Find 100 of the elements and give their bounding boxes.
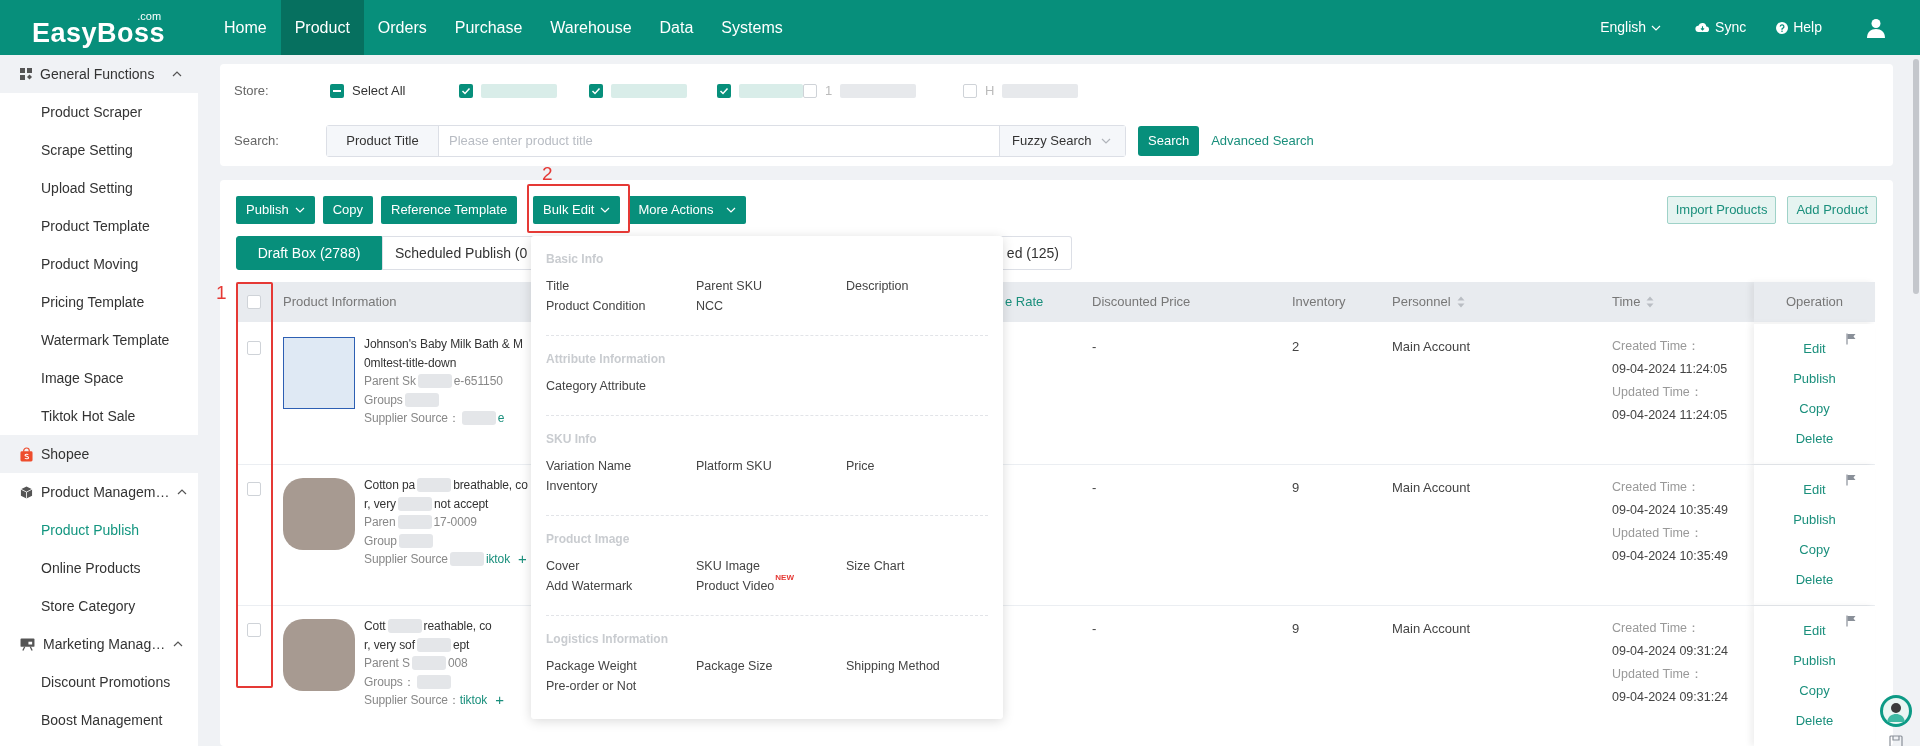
menu-item[interactable]: Cover xyxy=(546,556,580,576)
add-button[interactable]: + xyxy=(518,548,527,571)
advanced-search-link[interactable]: Advanced Search xyxy=(1211,131,1314,151)
menu-item[interactable]: NCC xyxy=(696,296,724,316)
sidebar-item[interactable]: Image Space xyxy=(0,359,198,397)
checkbox[interactable] xyxy=(247,295,261,309)
action-link[interactable]: Delete xyxy=(1795,424,1834,454)
search-button[interactable]: Search xyxy=(1138,126,1200,156)
menu-item[interactable]: Size Chart xyxy=(846,556,905,576)
checkbox[interactable] xyxy=(589,84,603,98)
menu-item[interactable]: Platform SKU xyxy=(696,456,772,476)
language-selector[interactable]: English xyxy=(1600,17,1662,38)
toolbar-button[interactable]: More Actions xyxy=(628,196,746,224)
add-button[interactable]: + xyxy=(495,689,504,712)
import-products-button[interactable]: Import Products xyxy=(1666,196,1777,224)
column-header[interactable]: Personnel xyxy=(1392,292,1451,312)
box-icon[interactable] xyxy=(1889,735,1903,746)
toolbar-button[interactable]: Publish xyxy=(236,196,315,224)
action-link[interactable]: Publish xyxy=(1793,505,1836,535)
menu-item[interactable]: Inventory xyxy=(546,476,598,496)
menu-item[interactable]: Category Attribute xyxy=(546,376,647,396)
supplier-link[interactable]: tiktok xyxy=(459,691,488,710)
flag-icon[interactable] xyxy=(1846,474,1856,486)
menu-item[interactable]: Description xyxy=(846,276,909,296)
toolbar-button[interactable]: Copy xyxy=(322,196,373,224)
sidebar-group[interactable]: General Functions xyxy=(0,55,198,93)
user-icon[interactable] xyxy=(1866,17,1886,38)
sidebar-item[interactable]: Boost Management xyxy=(0,701,198,739)
menu-item[interactable]: SKU Image xyxy=(696,556,760,576)
nav-tab[interactable]: Home xyxy=(210,0,281,55)
menu-item[interactable]: Product Video xyxy=(696,576,775,596)
toolbar-button[interactable]: Bulk Edit xyxy=(533,196,621,224)
sort-icon[interactable] xyxy=(1456,296,1465,308)
nav-tab[interactable]: Product xyxy=(280,0,364,55)
action-link[interactable]: Publish xyxy=(1793,646,1836,676)
nav-tab[interactable]: Systems xyxy=(707,0,797,55)
scrollbar[interactable] xyxy=(1913,59,1919,294)
action-link[interactable]: Edit xyxy=(1803,334,1826,364)
sidebar-item[interactable]: Product Publish xyxy=(0,511,198,549)
field-label: Store: xyxy=(234,82,270,101)
nav-tab[interactable]: Purchase xyxy=(440,0,537,55)
action-link[interactable]: Delete xyxy=(1795,565,1834,595)
menu-item[interactable]: Price xyxy=(846,456,875,476)
sidebar-item[interactable]: Scrape Setting xyxy=(0,131,198,169)
sidebar-item[interactable]: Watermark Template xyxy=(0,321,198,359)
sidebar-item[interactable]: Online Products xyxy=(0,549,198,587)
sidebar-item[interactable]: Tiktok Hot Sale xyxy=(0,397,198,435)
field-selector[interactable]: Product Title xyxy=(327,126,439,156)
menu-item[interactable]: Package Size xyxy=(696,656,773,676)
checkbox[interactable] xyxy=(247,341,261,355)
sidebar-item[interactable]: Upload Setting xyxy=(0,169,198,207)
action-link[interactable]: Copy xyxy=(1799,535,1830,565)
sidebar-item[interactable]: Discount Promotions xyxy=(0,663,198,701)
menu-item[interactable]: Product Condition xyxy=(546,296,646,316)
action-link[interactable]: Edit xyxy=(1803,616,1826,646)
supplier-link[interactable]: iktok xyxy=(485,550,511,569)
sidebar-item[interactable]: Store Category xyxy=(0,587,198,625)
add-product-button[interactable]: Add Product xyxy=(1787,196,1877,224)
checkbox[interactable] xyxy=(247,623,261,637)
column-header[interactable]: Time xyxy=(1612,292,1641,312)
action-link[interactable]: Delete xyxy=(1795,706,1834,736)
menu-item[interactable]: Package Weight xyxy=(546,656,637,676)
column-header[interactable]: e Rate xyxy=(1005,292,1044,312)
nav-tab[interactable]: Orders xyxy=(363,0,441,55)
help-button[interactable]: Help xyxy=(1776,17,1822,38)
action-link[interactable]: Copy xyxy=(1799,676,1830,706)
nav-tab[interactable]: Data xyxy=(645,0,708,55)
checkbox[interactable] xyxy=(459,84,473,98)
flag-icon[interactable] xyxy=(1846,333,1856,345)
menu-item[interactable]: Shipping Method xyxy=(846,656,940,676)
flag-icon[interactable] xyxy=(1846,615,1856,627)
sidebar-item[interactable]: Pricing Template xyxy=(0,283,198,321)
sync-button[interactable]: Sync xyxy=(1695,17,1747,38)
action-link[interactable]: Copy xyxy=(1799,394,1830,424)
toolbar-button[interactable]: Reference Template xyxy=(381,196,518,224)
menu-item[interactable]: Title xyxy=(546,276,570,296)
menu-item[interactable]: Add Watermark xyxy=(546,576,633,596)
menu-item[interactable]: Parent SKU xyxy=(696,276,762,296)
sidebar-item[interactable]: Product Scraper xyxy=(0,93,198,131)
sidebar-group[interactable]: Shopee xyxy=(0,435,198,473)
supplier-link[interactable]: e xyxy=(497,409,505,428)
action-link[interactable]: Edit xyxy=(1803,475,1826,505)
checkbox[interactable] xyxy=(803,84,817,98)
nav-tab[interactable]: Warehouse xyxy=(536,0,646,55)
checkbox[interactable] xyxy=(247,482,261,496)
sidebar-item[interactable]: Product Moving xyxy=(0,245,198,283)
search-field[interactable]: Product Title Please enter product title Fuzzy Search xyxy=(326,125,1126,157)
tab[interactable]: Draft Box (2788) xyxy=(236,236,382,270)
menu-item[interactable]: Pre-order or Not xyxy=(546,676,637,696)
assistant-avatar-icon[interactable] xyxy=(1880,695,1912,727)
action-link[interactable]: Publish xyxy=(1793,364,1836,394)
menu-item[interactable]: Variation Name xyxy=(546,456,632,476)
match-mode-select[interactable]: Fuzzy Search xyxy=(999,126,1125,156)
checkbox[interactable] xyxy=(717,84,731,98)
sort-icon[interactable] xyxy=(1646,296,1655,308)
checkbox[interactable] xyxy=(963,84,977,98)
product-title-text: Johnson's Baby Milk Bath & M xyxy=(364,336,523,354)
checkbox[interactable] xyxy=(330,84,344,98)
cloud-icon xyxy=(1695,22,1711,33)
sidebar-item[interactable]: Product Template xyxy=(0,207,198,245)
